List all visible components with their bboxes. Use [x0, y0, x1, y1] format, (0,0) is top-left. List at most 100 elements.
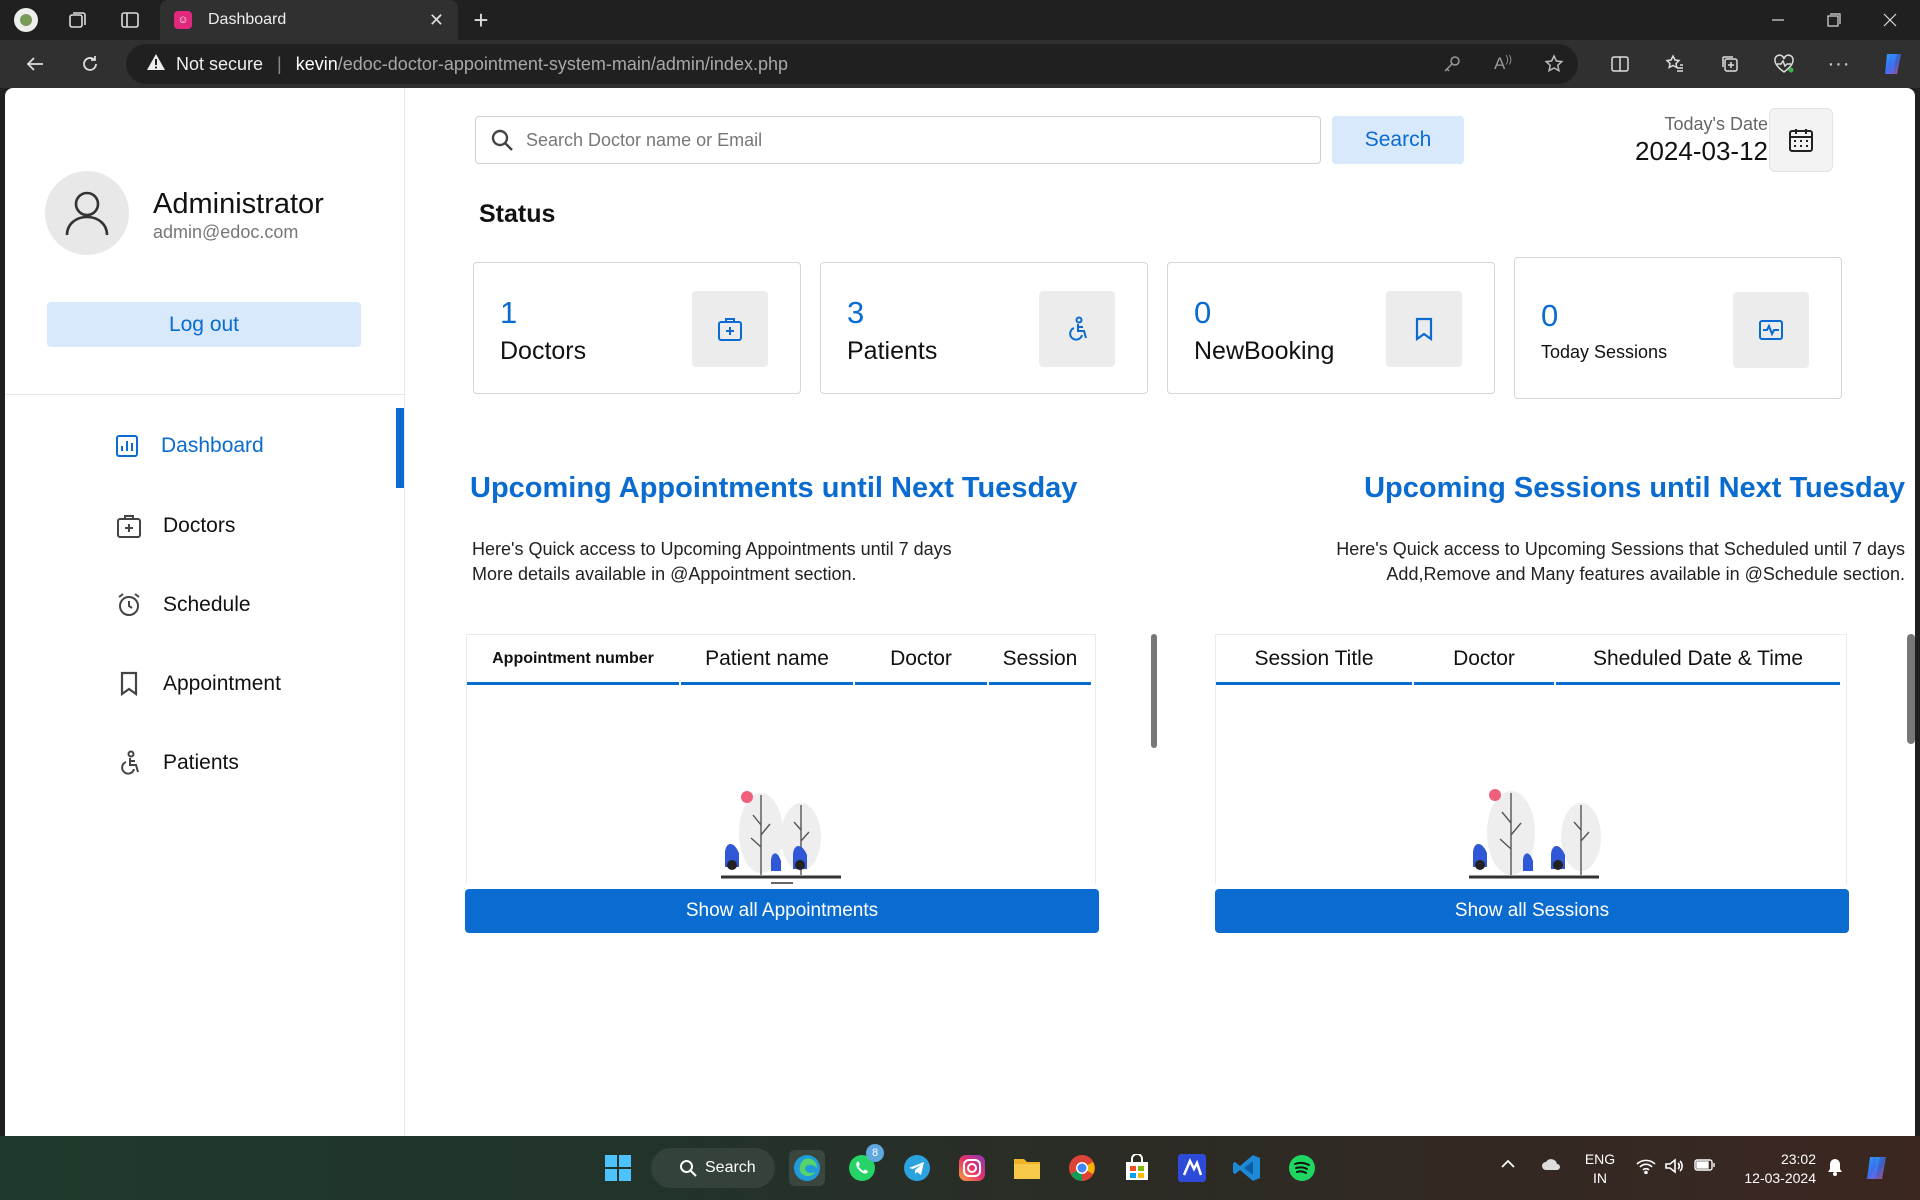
main-content: Search Doctor name or Email Search Today… [405, 88, 1915, 1136]
bookmark-icon [1386, 291, 1462, 367]
taskbar-search[interactable]: Search [651, 1148, 775, 1188]
notification-bell-icon[interactable] [1826, 1158, 1844, 1176]
admin-email: admin@edoc.com [153, 222, 299, 242]
microsoft-store-icon[interactable] [1119, 1150, 1155, 1186]
sidebar-item-dashboard[interactable]: Dashboard [113, 426, 264, 466]
read-aloud-icon[interactable]: A)) [1489, 50, 1517, 78]
card-count: 0 [1541, 298, 1559, 333]
sidebar-item-patients[interactable]: Patients [115, 743, 239, 783]
windows-start-icon[interactable] [600, 1150, 636, 1186]
language-indicator[interactable]: ENG IN [1578, 1150, 1622, 1188]
show-hidden-icons-icon[interactable] [1500, 1156, 1516, 1172]
active-tab[interactable]: ☺ Dashboard ✕ [160, 0, 458, 40]
address-bar: Not secure | kevin /edoc-doctor-appointm… [0, 40, 1920, 88]
battery-icon[interactable] [1694, 1158, 1716, 1172]
sidebar-item-schedule[interactable]: Schedule [115, 585, 251, 625]
user-icon [65, 191, 109, 236]
desc-line: Here's Quick access to Upcoming Appointm… [472, 539, 952, 559]
profile-avatar-icon[interactable] [12, 6, 40, 34]
url-field[interactable]: Not secure | kevin /edoc-doctor-appointm… [126, 44, 1578, 84]
url-host: kevin [295, 53, 338, 74]
new-tab-icon[interactable]: + [467, 5, 495, 35]
close-tab-icon[interactable]: ✕ [429, 10, 444, 31]
favicon-icon: ☺ [174, 11, 192, 29]
security-label[interactable]: Not secure [176, 54, 263, 75]
patient-icon [1039, 291, 1115, 367]
workspaces-icon[interactable] [63, 6, 91, 34]
telegram-icon[interactable] [899, 1150, 935, 1186]
session-icon [1733, 292, 1809, 368]
volume-icon[interactable] [1664, 1158, 1684, 1174]
password-key-icon[interactable] [1438, 50, 1466, 78]
show-all-appointments-button[interactable]: Show all Appointments [465, 889, 1099, 933]
browser-essentials-icon[interactable] [1770, 50, 1798, 78]
search-input[interactable]: Search Doctor name or Email [475, 116, 1321, 164]
table-header: Appointment number Patient name Doctor S… [467, 635, 1095, 687]
search-placeholder: Search Doctor name or Email [526, 129, 763, 150]
sidebar: Administrator admin@edoc.com Log out Das… [5, 88, 405, 1136]
more-options-icon[interactable]: ··· [1825, 50, 1853, 78]
favorite-star-icon[interactable] [1540, 50, 1568, 78]
sessions-title: Upcoming Sessions until Next Tuesday [1364, 472, 1905, 504]
date-value: 2024-03-12 [1635, 136, 1768, 166]
file-explorer-icon[interactable] [1009, 1150, 1045, 1186]
edge-icon[interactable] [789, 1150, 825, 1186]
spotify-icon[interactable] [1284, 1150, 1320, 1186]
back-icon[interactable] [21, 50, 49, 78]
search-button[interactable]: Search [1332, 116, 1464, 164]
calendar-button[interactable] [1769, 108, 1833, 172]
clock-time: 23:02 [1780, 1151, 1816, 1167]
sidebar-item-label: Patients [163, 751, 239, 774]
page-scrollbar[interactable] [1907, 634, 1915, 744]
browser-tab-bar: ☺ Dashboard ✕ + [0, 0, 1920, 40]
chrome-icon[interactable] [1064, 1150, 1100, 1186]
status-title: Status [479, 200, 556, 228]
minimize-icon[interactable] [1750, 0, 1806, 40]
tab-title: Dashboard [208, 11, 287, 28]
vscode-icon[interactable] [1229, 1150, 1265, 1186]
card-label: Today Sessions [1541, 342, 1668, 362]
card-count: 3 [847, 295, 865, 330]
code-editor-icon[interactable] [1174, 1150, 1210, 1186]
table-header: Session Title Doctor Sheduled Date & Tim… [1216, 635, 1846, 687]
instagram-icon[interactable] [954, 1150, 990, 1186]
appointments-title: Upcoming Appointments until Next Tuesday [470, 472, 1078, 504]
sessions-table: Session Title Doctor Sheduled Date & Tim… [1215, 634, 1847, 884]
close-window-icon[interactable] [1862, 0, 1918, 40]
restore-icon[interactable] [1806, 0, 1862, 40]
wifi-icon[interactable] [1636, 1158, 1656, 1174]
dashboard-icon [113, 432, 141, 460]
warning-icon [146, 53, 166, 76]
date-label: Today's Date [1664, 114, 1769, 134]
collections-icon[interactable] [1716, 50, 1744, 78]
desc-line: More details available in @Appointment s… [472, 564, 857, 584]
card-label: Doctors [500, 337, 587, 365]
copilot-icon[interactable] [1880, 50, 1908, 78]
favorites-icon[interactable] [1661, 50, 1689, 78]
sessions-description: Here's Quick access to Upcoming Sessions… [1336, 537, 1905, 587]
tab-actions-icon[interactable] [116, 6, 144, 34]
onedrive-icon[interactable] [1540, 1156, 1562, 1172]
empty-state-illustration [1451, 785, 1611, 884]
desc-line: Here's Quick access to Upcoming Sessions… [1336, 539, 1905, 559]
bookmark-icon [115, 670, 143, 698]
empty-state-illustration [711, 785, 851, 884]
appointments-description: Here's Quick access to Upcoming Appointm… [472, 537, 952, 587]
sidebar-item-doctors[interactable]: Doctors [115, 506, 235, 546]
refresh-icon[interactable] [76, 50, 104, 78]
calendar-icon [1789, 129, 1813, 152]
whatsapp-icon[interactable]: 8 [844, 1144, 884, 1186]
search-icon [491, 129, 513, 151]
logout-button[interactable]: Log out [47, 302, 361, 347]
copilot-taskbar-icon[interactable] [1864, 1154, 1892, 1182]
sidebar-item-label: Doctors [163, 514, 236, 537]
appointments-scrollbar[interactable] [1151, 634, 1157, 748]
split-screen-icon[interactable] [1606, 50, 1634, 78]
card-label: NewBooking [1194, 337, 1335, 365]
system-clock[interactable]: 23:02 12-03-2024 [1736, 1150, 1816, 1188]
show-all-sessions-button[interactable]: Show all Sessions [1215, 889, 1849, 933]
card-count: 0 [1194, 295, 1212, 330]
column-header: Patient name [681, 635, 853, 685]
sidebar-item-appointment[interactable]: Appointment [115, 664, 281, 704]
column-header: Session [989, 635, 1091, 685]
